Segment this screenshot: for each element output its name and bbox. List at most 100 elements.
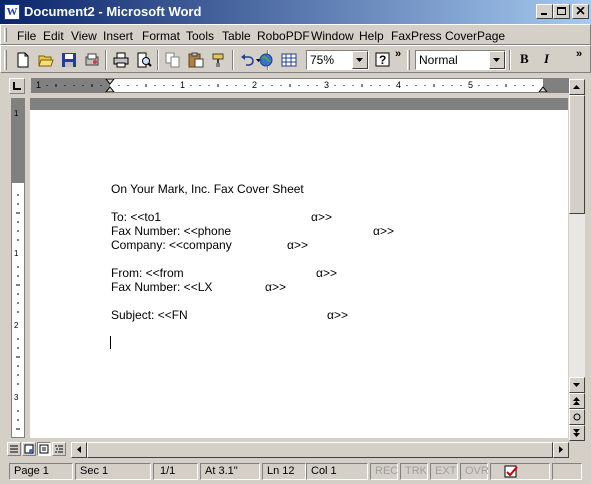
ruler-number: 5	[468, 80, 474, 90]
style-combo[interactable]: Normal	[415, 50, 506, 70]
format-painter-button[interactable]	[208, 49, 230, 71]
menu-format[interactable]: Format	[142, 28, 180, 44]
print-layout-view-button[interactable]	[37, 442, 51, 456]
menu-view[interactable]: View	[71, 28, 97, 44]
format-painter-icon	[212, 53, 224, 67]
tab-selector[interactable]	[9, 78, 25, 94]
table-icon	[281, 53, 297, 67]
help-button[interactable]: ?	[372, 49, 394, 71]
menu-insert[interactable]: Insert	[103, 28, 133, 44]
copy-button[interactable]	[162, 49, 184, 71]
status-trk[interactable]: TRK	[400, 463, 428, 480]
arrow-left-icon	[77, 446, 81, 453]
style-dropdown-button[interactable]	[489, 51, 505, 69]
select-browse-object-button[interactable]	[569, 409, 585, 425]
toolbar-overflow-chevron[interactable]: »	[395, 48, 401, 60]
previous-page-button[interactable]	[569, 393, 585, 409]
formatting-overflow-chevron[interactable]: »	[576, 48, 582, 60]
zoom-dropdown-button[interactable]	[352, 51, 368, 69]
status-ext[interactable]: EXT	[430, 463, 458, 480]
zoom-combo[interactable]: 75%	[306, 50, 369, 70]
menu-window[interactable]: Window	[311, 28, 354, 44]
status-position[interactable]: At 3.1"	[200, 463, 260, 480]
menu-robopdf[interactable]: RoboPDF	[257, 28, 310, 44]
horizontal-ruler[interactable]: 1 1 2 3 4 5	[31, 78, 569, 93]
spelling-status[interactable]	[490, 463, 550, 480]
scroll-up-button[interactable]	[569, 79, 585, 95]
minimize-button[interactable]	[536, 4, 553, 19]
insert-table-button[interactable]	[278, 49, 300, 71]
formatting-toolbar-grip[interactable]	[407, 50, 410, 70]
open-button[interactable]	[35, 49, 57, 71]
toolbar-grip[interactable]	[4, 50, 7, 70]
outline-view-button[interactable]	[52, 442, 66, 456]
title-bar[interactable]: W Document2 - Microsoft Word	[0, 0, 591, 24]
web-button[interactable]	[255, 49, 277, 71]
normal-view-button[interactable]	[7, 442, 21, 456]
horizontal-scroll-thumb[interactable]	[87, 442, 553, 458]
paste-button[interactable]	[185, 49, 207, 71]
menu-file[interactable]: File	[17, 28, 36, 44]
status-ovr[interactable]: OVR	[460, 463, 489, 480]
vertical-ruler-number: 2	[14, 321, 19, 330]
merge-field-marker: α>>	[373, 224, 394, 238]
double-arrow-up-icon	[573, 397, 580, 405]
zoom-value: 75%	[310, 53, 335, 67]
horizontal-scrollbar[interactable]	[71, 442, 569, 458]
scroll-thumb[interactable]	[569, 95, 585, 214]
web-layout-view-button[interactable]	[22, 442, 36, 456]
toolbar-separator	[232, 50, 234, 70]
status-column[interactable]: Col 1	[306, 463, 368, 480]
italic-button[interactable]: I	[537, 49, 559, 71]
double-arrow-down-icon	[573, 429, 580, 437]
standard-toolbar: 75% ? » Normal B I »	[0, 45, 591, 73]
copy-icon	[165, 52, 180, 68]
print-button[interactable]	[110, 49, 132, 71]
new-button[interactable]	[12, 49, 34, 71]
document-line-fax-number: Fax Number: <<phone	[111, 224, 232, 238]
maximize-button[interactable]	[553, 4, 570, 19]
vertical-scrollbar[interactable]	[569, 79, 585, 441]
permission-button[interactable]	[81, 49, 103, 71]
scroll-left-button[interactable]	[71, 442, 87, 458]
print-preview-button[interactable]	[133, 49, 155, 71]
text-caret	[110, 336, 111, 349]
menu-grip[interactable]	[4, 28, 7, 42]
status-bar: Page 1 Sec 1 1/1 At 3.1" Ln 12 Col 1 REC…	[0, 461, 591, 484]
normal-view-icon	[10, 445, 18, 453]
menu-faxpress-coverpage[interactable]: FaxPress CoverPage	[391, 28, 505, 44]
close-button[interactable]	[572, 4, 589, 19]
arrow-right-icon	[559, 446, 563, 453]
document-line-subject: Subject: <<FN	[111, 308, 188, 322]
scroll-right-button[interactable]	[553, 442, 569, 458]
document-area[interactable]: On Your Mark, Inc. Fax Cover Sheet To: <…	[30, 98, 568, 438]
save-button[interactable]	[58, 49, 80, 71]
bold-button[interactable]: B	[514, 49, 536, 71]
vertical-ruler-ticks	[16, 194, 20, 430]
print-icon	[113, 52, 129, 68]
menu-edit[interactable]: Edit	[43, 28, 64, 44]
status-page[interactable]: Page 1	[9, 463, 73, 480]
status-blank-pane	[552, 463, 582, 480]
word-app-icon[interactable]: W	[4, 4, 20, 20]
status-line[interactable]: Ln 12	[262, 463, 306, 480]
vertical-ruler-number: 3	[14, 393, 19, 402]
help-icon: ?	[375, 52, 390, 67]
menu-help[interactable]: Help	[359, 28, 384, 44]
scroll-down-button[interactable]	[569, 377, 585, 393]
ruler-number: 1	[36, 80, 42, 90]
close-icon	[576, 7, 585, 15]
print-preview-icon	[137, 52, 152, 68]
toolbar-separator	[105, 50, 107, 70]
status-section[interactable]: Sec 1	[75, 463, 151, 480]
ruler-row: 1 1 2 3 4 5	[0, 75, 591, 95]
next-page-button[interactable]	[569, 425, 585, 441]
menu-tools[interactable]: Tools	[186, 28, 214, 44]
vertical-ruler[interactable]: 1 1 2 3	[11, 98, 25, 438]
status-rec[interactable]: REC	[370, 463, 398, 480]
menu-table[interactable]: Table	[222, 28, 251, 44]
document-line-fax-number-lx: Fax Number: <<LX	[111, 280, 213, 294]
status-page-count[interactable]: 1/1	[153, 463, 198, 480]
italic-icon: I	[544, 51, 550, 66]
document-line-to: To: <<to1	[111, 210, 162, 224]
